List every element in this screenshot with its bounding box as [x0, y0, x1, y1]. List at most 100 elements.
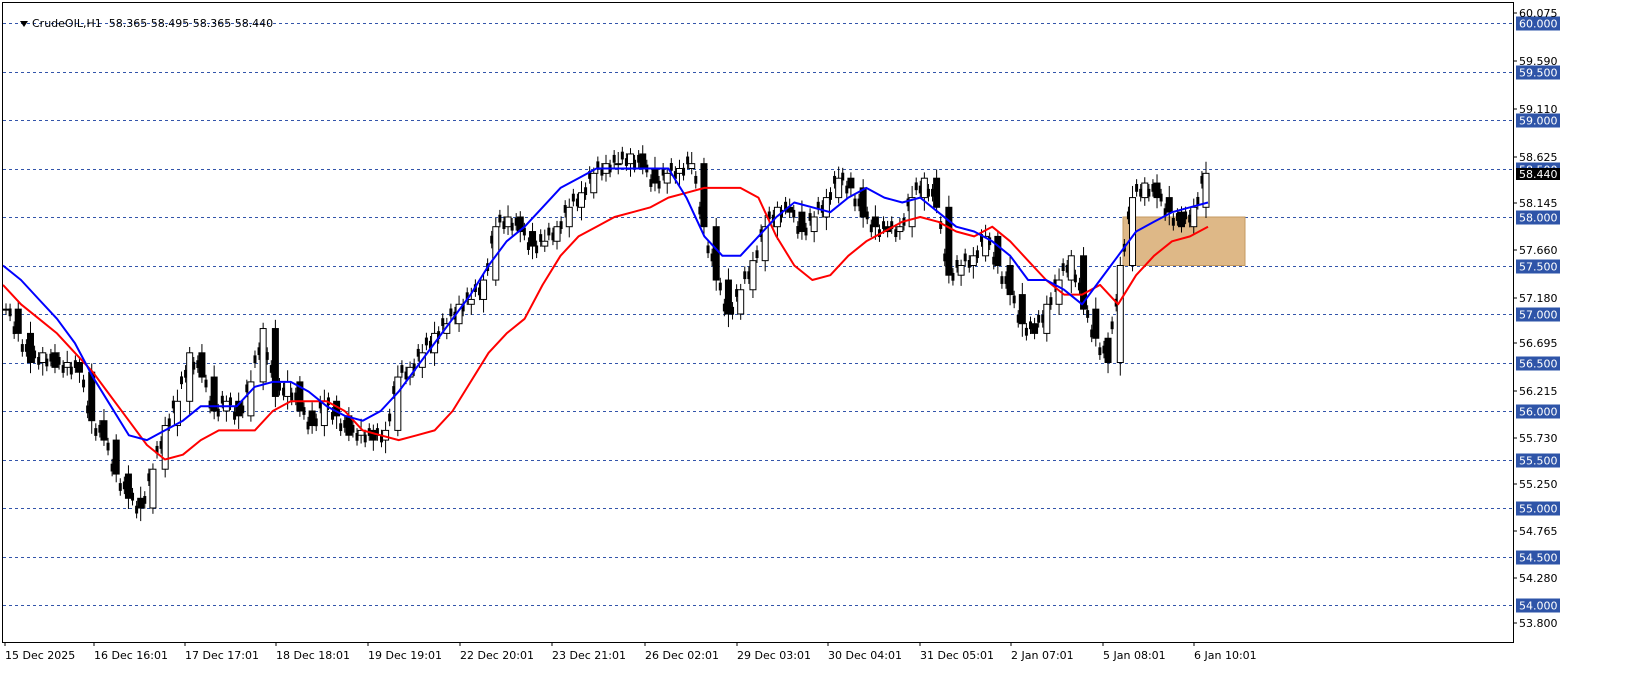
- x-tick-label: 19 Dec 19:01: [368, 649, 442, 662]
- candle-body: [755, 250, 759, 259]
- candle-body: [539, 234, 543, 242]
- candle-body: [388, 413, 392, 422]
- candle-body: [957, 265, 965, 276]
- candle-body: [1073, 274, 1077, 283]
- candle-body: [933, 177, 941, 208]
- level-label: 57.000: [1519, 309, 1558, 322]
- candle-body: [94, 428, 98, 436]
- candle-body: [963, 253, 967, 262]
- level-label: 55.000: [1519, 503, 1558, 516]
- candle-body: [198, 352, 206, 378]
- candle-body: [535, 245, 539, 254]
- candle-body: [1086, 310, 1090, 318]
- candle-body: [400, 365, 404, 373]
- candle-body: [651, 168, 659, 184]
- candle-body: [926, 188, 930, 197]
- candle-body: [620, 151, 624, 160]
- candle-body: [480, 279, 488, 300]
- level-label: 54.500: [1519, 552, 1558, 565]
- candle-body: [124, 473, 132, 499]
- candle-body: [896, 226, 904, 233]
- candle-body: [69, 366, 73, 375]
- candle-body: [1141, 182, 1149, 199]
- candle-body: [57, 357, 61, 365]
- candles-layer: [2, 145, 1210, 522]
- candle-body: [204, 379, 208, 388]
- candle-body: [137, 497, 145, 509]
- candle-body: [798, 211, 806, 233]
- candle-body: [547, 227, 551, 236]
- candle-body: [1012, 295, 1016, 304]
- candle-body: [302, 407, 306, 415]
- candle-body: [265, 352, 269, 360]
- x-tick-label: 30 Dec 04:01: [828, 649, 902, 662]
- candle-body: [663, 172, 671, 184]
- candle-body: [308, 410, 316, 427]
- candle-body: [810, 216, 818, 233]
- candle-body: [449, 308, 453, 317]
- candle-body: [180, 376, 184, 385]
- ohlc-values: 58.365 58.495 58.365 58.440: [108, 17, 274, 30]
- candle-body: [614, 163, 622, 166]
- candle-body: [253, 355, 257, 364]
- candle-body: [553, 226, 561, 242]
- time-axis[interactable]: 15 Dec 2025 16 Dec 16:01 17 Dec 17:01 18 De…: [4, 642, 1257, 662]
- candle-body: [822, 197, 830, 218]
- candle-body: [565, 206, 573, 228]
- candle-body: [724, 279, 732, 315]
- current-price-label: 58.440: [1519, 168, 1558, 181]
- level-label: 54.000: [1519, 600, 1558, 613]
- x-tick-label: 31 Dec 05:01: [920, 649, 994, 662]
- price-axis[interactable]: 60.00059.50059.00058.50058.00057.50057.0…: [1513, 7, 1560, 630]
- symbol-header: CrudeOIL,H1 58.365 58.495 58.365 58.440: [6, 4, 273, 43]
- price-chart[interactable]: 60.00059.50059.00058.50058.00057.50057.0…: [0, 0, 1641, 696]
- y-tick-label: 59.110: [1519, 103, 1558, 116]
- chart-frame: [2, 2, 1514, 643]
- level-label: 56.000: [1519, 406, 1558, 419]
- candle-body: [975, 250, 979, 259]
- candle-body: [743, 271, 747, 280]
- candle-body: [20, 344, 24, 352]
- candle-body: [1006, 265, 1014, 296]
- dropdown-triangle-icon[interactable]: [20, 21, 28, 27]
- candle-body: [908, 197, 916, 228]
- chart-area[interactable]: 60.00059.50059.00058.50058.00057.50057.0…: [0, 0, 1641, 696]
- candle-body: [14, 308, 22, 334]
- candle-body: [51, 352, 59, 368]
- candle-body: [351, 424, 355, 433]
- candle-body: [920, 177, 928, 199]
- candle-body: [584, 187, 588, 196]
- candle-body: [510, 222, 514, 231]
- candle-body: [700, 163, 708, 228]
- candle-body: [675, 168, 683, 174]
- candle-body: [749, 260, 757, 291]
- candle-body: [1165, 197, 1173, 213]
- candle-body: [26, 332, 34, 363]
- candle-body: [131, 492, 135, 501]
- candle-body: [914, 182, 918, 191]
- y-tick-label: 55.250: [1519, 478, 1558, 491]
- candle-body: [1184, 211, 1188, 220]
- candle-body: [290, 392, 294, 401]
- candle-body: [633, 159, 637, 168]
- x-tick-label: 2 Jan 07:01: [1011, 649, 1074, 662]
- candle-body: [559, 221, 563, 229]
- candle-body: [2, 308, 10, 311]
- candle-body: [314, 418, 318, 427]
- candle-body: [1159, 193, 1163, 202]
- candle-body: [612, 154, 616, 163]
- candle-body: [498, 214, 502, 223]
- candle-body: [731, 306, 735, 315]
- candle-body: [167, 418, 171, 427]
- candle-body: [871, 216, 879, 228]
- y-tick-label: 59.590: [1519, 55, 1558, 68]
- candle-body: [1092, 308, 1100, 339]
- candle-body: [792, 209, 796, 218]
- candle-body: [1043, 303, 1051, 334]
- y-tick-label: 56.215: [1519, 385, 1558, 398]
- candle-body: [33, 350, 37, 359]
- candle-body: [1024, 327, 1028, 336]
- candle-body: [277, 382, 281, 391]
- candle-body: [216, 408, 220, 417]
- candle-body: [853, 198, 857, 207]
